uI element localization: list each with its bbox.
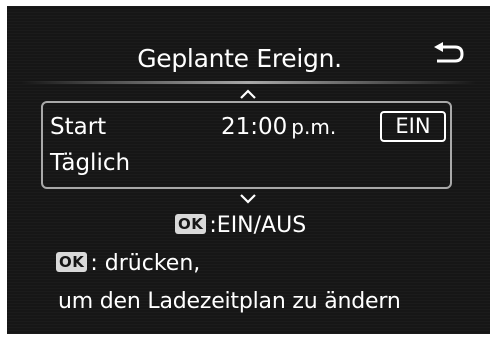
ok-button-icon: OK <box>175 214 207 234</box>
frequency-label: Täglich <box>50 150 131 176</box>
status-badge[interactable]: EIN <box>380 111 446 142</box>
chevron-up-icon[interactable] <box>239 89 257 99</box>
title-divider <box>21 81 476 84</box>
start-time-ampm: p.m. <box>291 115 337 139</box>
start-time: 21:00 p.m. <box>221 113 336 141</box>
page-title: Geplante Ereign. <box>137 44 342 73</box>
schedule-setting-box[interactable]: Start 21:00 p.m. EIN Täglich <box>41 101 452 189</box>
scheduled-events-screen: Geplante Ereign. Start 21:00 p.m. EIN Täg… <box>7 6 490 334</box>
chevron-down-icon[interactable] <box>239 194 257 204</box>
ok-button-icon: OK <box>56 252 88 272</box>
toggle-hint: OK:EIN/AUS <box>175 212 306 240</box>
press-hint: OK: drücken, <box>56 250 200 278</box>
press-hint-text: : drücken, <box>90 251 201 276</box>
change-schedule-hint: um den Ladezeitplan zu ändern <box>58 289 401 314</box>
start-time-value: 21:00 <box>221 114 288 140</box>
toggle-hint-text: :EIN/AUS <box>209 213 307 238</box>
start-label: Start <box>50 114 107 140</box>
return-arrow-icon[interactable] <box>431 42 465 68</box>
